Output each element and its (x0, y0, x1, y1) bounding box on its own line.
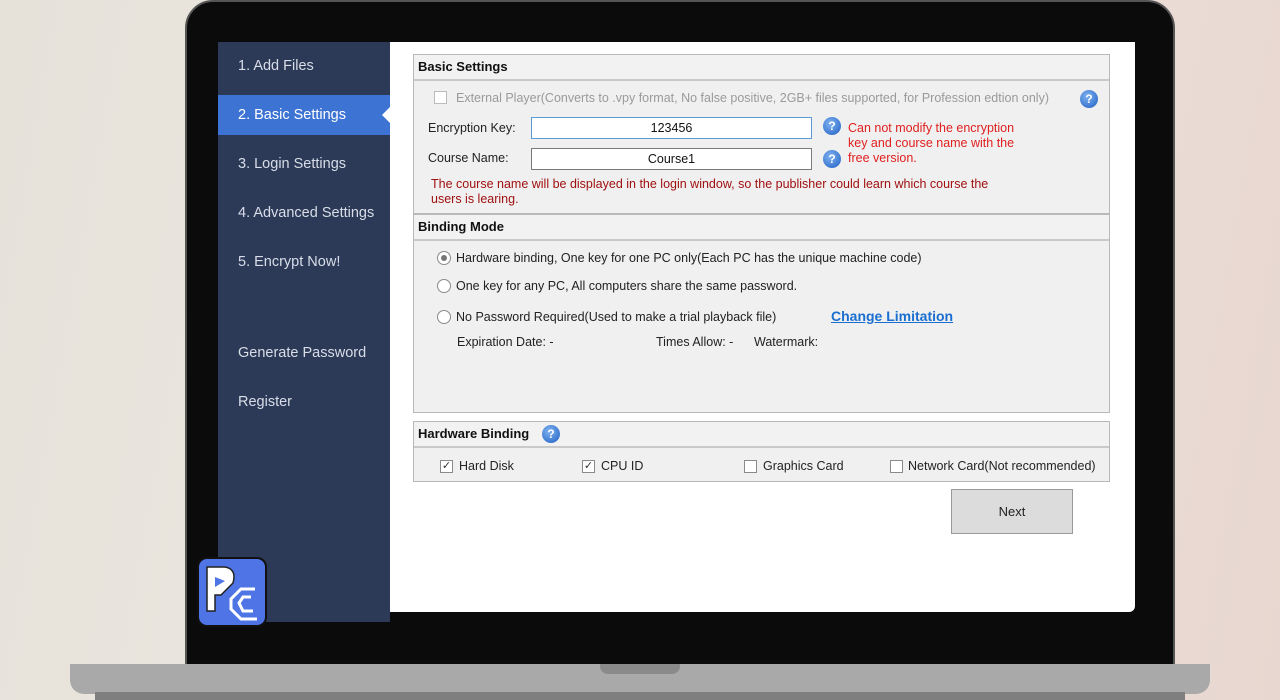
graphics-card-checkbox[interactable] (744, 460, 757, 473)
external-player-checkbox[interactable] (434, 91, 447, 104)
hardware-binding-title: Hardware Binding (414, 422, 1109, 448)
pc-logo-icon (206, 566, 257, 621)
help-icon[interactable]: ? (823, 150, 841, 168)
sidebar-item-login-settings[interactable]: 3. Login Settings (218, 144, 390, 184)
change-limitation-link[interactable]: Change Limitation (831, 308, 953, 324)
option-hardware-binding[interactable]: Hardware binding, One key for one PC onl… (456, 251, 922, 265)
radio-any-pc[interactable] (437, 279, 451, 293)
watermark: Watermark: (754, 335, 819, 349)
sidebar-item-basic-settings[interactable]: 2. Basic Settings (218, 95, 390, 135)
help-icon[interactable]: ? (823, 117, 841, 135)
laptop-notch (600, 664, 680, 674)
cpu-id-checkbox[interactable]: ✓ (582, 460, 595, 473)
course-name-input[interactable]: Course1 (531, 148, 812, 170)
radio-hardware-binding[interactable] (437, 251, 451, 265)
hard-disk-label: Hard Disk (459, 459, 514, 473)
sidebar: 1. Add Files 2. Basic Settings 3. Login … (218, 42, 390, 622)
course-name-note: The course name will be displayed in the… (431, 177, 989, 206)
binding-mode-group: Binding Mode Hardware binding, One key f… (413, 214, 1110, 413)
sidebar-item-advanced-settings[interactable]: 4. Advanced Settings (218, 193, 390, 233)
basic-settings-group: Basic Settings External Player(Converts … (413, 54, 1110, 214)
help-icon[interactable]: ? (1080, 90, 1098, 108)
expiration-date: Expiration Date: - (457, 335, 554, 349)
hardware-binding-group: Hardware Binding ? ✓ Hard Disk ✓ CPU ID … (413, 421, 1110, 482)
laptop-base-shadow (95, 692, 1185, 700)
radio-no-password[interactable] (437, 310, 451, 324)
sidebar-item-add-files[interactable]: 1. Add Files (218, 46, 390, 86)
encryption-key-label: Encryption Key: (428, 121, 516, 135)
help-icon[interactable]: ? (542, 425, 560, 443)
option-no-password[interactable]: No Password Required(Used to make a tria… (456, 310, 776, 324)
cpu-id-label: CPU ID (601, 459, 644, 473)
network-card-label: Network Card(Not recommended) (908, 459, 1096, 473)
network-card-checkbox[interactable] (890, 460, 903, 473)
graphics-card-label: Graphics Card (763, 459, 844, 473)
app-logo (197, 557, 267, 627)
encryption-key-input[interactable]: 123456 (531, 117, 812, 139)
free-version-warning: Can not modify the encryption key and co… (848, 121, 1015, 165)
main-panel: Basic Settings External Player(Converts … (390, 42, 1135, 612)
sidebar-item-encrypt-now[interactable]: 5. Encrypt Now! (218, 242, 390, 282)
course-name-label: Course Name: (428, 151, 509, 165)
sidebar-item-generate-password[interactable]: Generate Password (218, 333, 390, 373)
binding-mode-title: Binding Mode (414, 215, 1109, 241)
times-allow: Times Allow: - (656, 335, 734, 349)
next-button[interactable]: Next (951, 489, 1073, 534)
basic-settings-title: Basic Settings (414, 55, 1109, 81)
hardware-binding-title-text: Hardware Binding (418, 426, 530, 441)
option-any-pc[interactable]: One key for any PC, All computers share … (456, 279, 797, 293)
sidebar-item-register[interactable]: Register (218, 382, 390, 422)
hard-disk-checkbox[interactable]: ✓ (440, 460, 453, 473)
external-player-label: External Player(Converts to .vpy format,… (456, 91, 1049, 105)
